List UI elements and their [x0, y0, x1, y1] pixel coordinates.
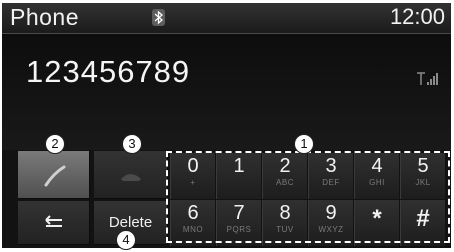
callout-2: 2 — [45, 134, 65, 154]
handset-end-icon — [121, 174, 141, 181]
key-1[interactable]: 1 — [216, 153, 261, 199]
key-digit: 4 — [371, 155, 383, 177]
key-digit: 3 — [325, 155, 337, 177]
key-2[interactable]: 2 ABC — [262, 153, 307, 199]
key-digit: 2 — [279, 155, 291, 177]
key-digit: 5 — [417, 155, 429, 177]
key-6[interactable]: 6 MNO — [170, 200, 215, 246]
call-button[interactable] — [18, 151, 90, 199]
bluetooth-icon — [152, 9, 165, 26]
key-letters: WXYZ — [318, 225, 344, 234]
clock: 12:00 — [389, 4, 445, 29]
callout-4: 4 — [116, 230, 136, 250]
key-9[interactable]: 9 WXYZ — [308, 200, 353, 246]
phone-screen: Phone 12:00 123456789 Delete 0 + 1 2 ABC… — [2, 3, 451, 248]
handset-call-icon — [44, 165, 66, 187]
key-digit: 0 — [187, 155, 199, 177]
key-digit: * — [372, 205, 382, 232]
signal-strength-icon — [417, 72, 438, 85]
key-0[interactable]: 0 + — [170, 153, 215, 199]
key-letters: MNO — [182, 225, 204, 234]
key-8[interactable]: 8 TUV — [262, 200, 307, 246]
key-4[interactable]: 4 GHI — [354, 153, 399, 199]
key-letters: PQRS — [226, 225, 252, 234]
key-letters: ABC — [276, 178, 294, 187]
title-bar: Phone 12:00 — [2, 3, 451, 34]
app-title: Phone — [10, 4, 80, 30]
key-letters: DEF — [322, 178, 340, 187]
dial-display: 123456789 — [2, 34, 451, 150]
back-button[interactable] — [18, 201, 90, 245]
key-letters: TUV — [276, 225, 294, 234]
key-digit: 9 — [325, 202, 337, 224]
key-letters: + — [190, 178, 196, 187]
key-3[interactable]: 3 DEF — [308, 153, 353, 199]
key-digit: # — [416, 205, 430, 232]
key-letters: JKL — [415, 178, 431, 187]
key-7[interactable]: 7 PQRS — [216, 200, 261, 246]
key-letters: GHI — [369, 178, 385, 187]
callout-1: 1 — [294, 134, 314, 154]
key-5[interactable]: 5 JKL — [400, 153, 445, 199]
end-call-button[interactable] — [94, 151, 168, 199]
key-hash[interactable]: # — [400, 200, 445, 246]
key-digit: 7 — [233, 202, 245, 224]
key-digit: 8 — [279, 202, 291, 224]
key-digit: 6 — [187, 202, 199, 224]
key-digit: 1 — [233, 155, 245, 177]
callout-3: 3 — [122, 134, 142, 154]
dialed-number: 123456789 — [26, 54, 191, 89]
back-arrow-icon — [45, 215, 62, 227]
delete-label: Delete — [108, 214, 153, 231]
key-star[interactable]: * — [354, 200, 399, 246]
